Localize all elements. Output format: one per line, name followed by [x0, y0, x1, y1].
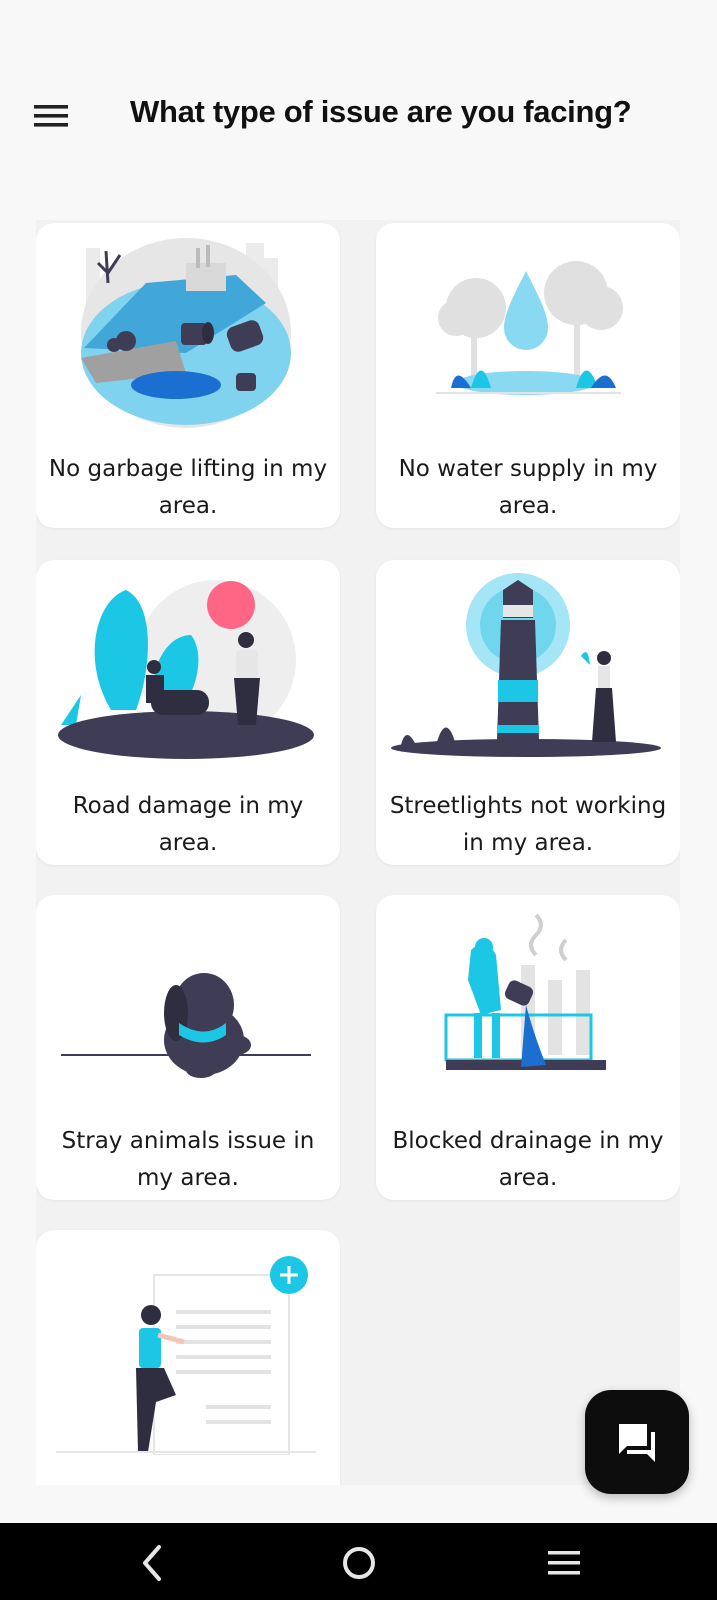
recents-icon [548, 1551, 580, 1575]
menu-button[interactable] [28, 96, 74, 136]
issue-card-water[interactable]: No water supply in my area. [376, 223, 680, 528]
add-document-illustration [56, 1256, 316, 1455]
issue-label: Streetlights not working in my area. [389, 793, 667, 856]
issue-card-stray-animals[interactable]: Stray animals issue in my area. [36, 895, 340, 1200]
chat-icon [619, 1424, 655, 1462]
recents-button[interactable] [540, 1541, 590, 1585]
people-park-illustration [58, 580, 314, 759]
issue-card-drainage[interactable]: Blocked drainage in my area. [376, 895, 680, 1200]
issue-label: Blocked drainage in my area. [392, 1128, 664, 1191]
back-button[interactable] [128, 1541, 178, 1585]
chat-fab-button[interactable] [585, 1390, 689, 1494]
issue-label: No water supply in my area. [398, 456, 658, 519]
dog-illustration [61, 973, 311, 1078]
issue-label: Road damage in my area. [72, 793, 304, 856]
system-nav-bar [0, 1523, 717, 1600]
hamburger-menu-icon [34, 105, 68, 127]
home-icon [343, 1547, 375, 1579]
app-header: What type of issue are you facing? [0, 80, 717, 150]
lighthouse-illustration [391, 573, 661, 757]
water-drop-illustration [436, 261, 623, 395]
page-title: What type of issue are you facing? [130, 94, 632, 129]
issue-card-other[interactable] [36, 1230, 340, 1485]
issue-card-streetlights[interactable]: Streetlights not working in my area. [376, 560, 680, 865]
issue-label: No garbage lifting in my area. [48, 456, 328, 519]
garbage-pollution-illustration [81, 238, 291, 428]
issue-card-garbage[interactable]: No garbage lifting in my area. [36, 223, 340, 528]
drainage-worker-illustration [444, 913, 606, 1070]
issue-card-road[interactable]: Road damage in my area. [36, 560, 340, 865]
back-icon [143, 1545, 161, 1581]
issue-grid: No garbage lifting in my area. No water … [36, 220, 680, 1485]
status-bar [0, 0, 717, 60]
home-button[interactable] [334, 1541, 384, 1585]
issue-label: Stray animals issue in my area. [61, 1128, 315, 1191]
